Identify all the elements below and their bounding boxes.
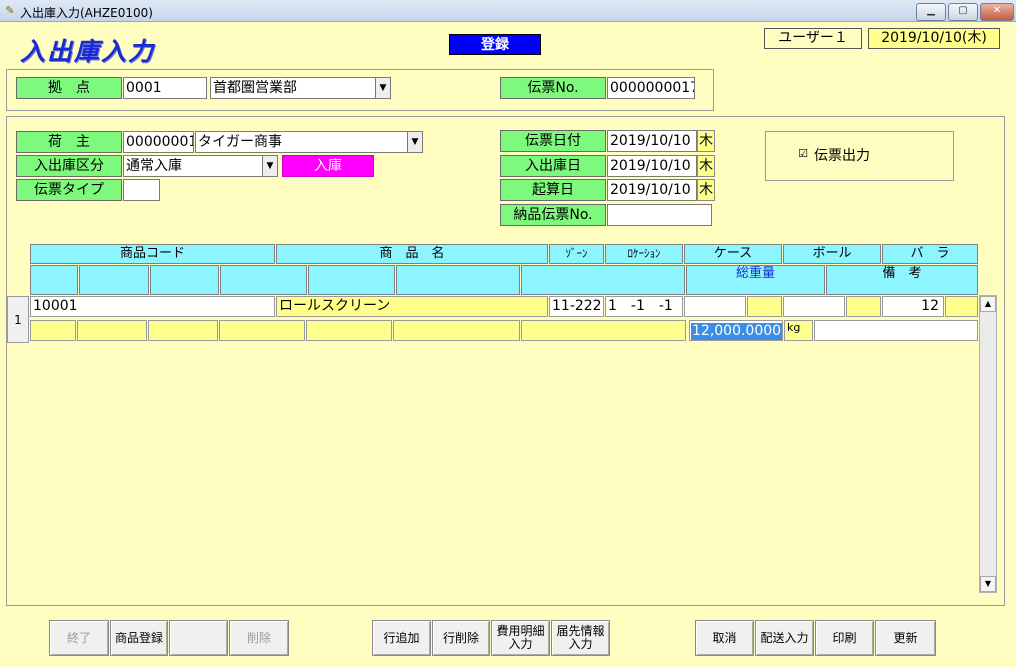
col-header-location: ﾛｹｰｼｮﾝ xyxy=(605,244,683,264)
col-header-remarks: 備 考 xyxy=(826,265,978,295)
close-button[interactable]: ✕ xyxy=(980,3,1014,21)
base-name-value: 首都圏営業部 xyxy=(213,80,297,96)
io-type-select[interactable]: 通常入庫 ▼ xyxy=(123,155,278,177)
io-date-input[interactable]: 2019/10/10 xyxy=(607,155,697,177)
shipper-name-select[interactable]: タイガー商事 ▼ xyxy=(195,131,423,153)
blank-button[interactable] xyxy=(169,620,228,656)
minimize-button[interactable]: ▁ xyxy=(916,3,946,21)
cell-bara-unit[interactable] xyxy=(945,296,978,317)
cell-ball-qty[interactable] xyxy=(783,296,845,317)
col-header-blank xyxy=(220,265,307,295)
shipper-label: 荷 主 xyxy=(16,131,122,153)
slip-date-dow: 木 xyxy=(697,130,715,152)
cancel-button[interactable]: 取消 xyxy=(695,620,754,656)
cell-item-name[interactable]: ロールスクリーン xyxy=(276,296,548,317)
slip-date-input[interactable]: 2019/10/10 xyxy=(607,130,697,152)
maximize-button[interactable]: ▢ xyxy=(948,3,978,21)
slip-type-input[interactable] xyxy=(123,179,160,201)
cell-row2[interactable] xyxy=(148,320,218,341)
cell-weight[interactable]: 12,000.0000 xyxy=(689,320,783,341)
col-header-blank xyxy=(150,265,219,295)
slip-type-label: 伝票タイプ xyxy=(16,179,122,201)
shipper-name-value: タイガー商事 xyxy=(198,134,282,150)
cell-remarks[interactable] xyxy=(814,320,978,341)
shipper-code-input[interactable]: 00000001 xyxy=(123,131,194,153)
cell-zone[interactable]: 11-222 xyxy=(549,296,604,317)
base-code-input[interactable]: 0001 xyxy=(123,77,207,99)
window-titlebar: ✎ 入出庫入力(AHZE0100) ▁ ▢ ✕ xyxy=(0,0,1016,22)
delivery-no-label: 納品伝票No. xyxy=(500,204,606,226)
cell-row2[interactable] xyxy=(219,320,305,341)
row-number[interactable]: 1 xyxy=(7,296,29,343)
slip-no-label: 伝票No. xyxy=(500,77,606,99)
col-header-zone: ｿﾞｰﾝ xyxy=(549,244,604,264)
col-header-name: 商 品 名 xyxy=(276,244,548,264)
cost-detail-button[interactable]: 費用明細 入力 xyxy=(491,620,550,656)
base-name-select[interactable]: 首都圏営業部 ▼ xyxy=(210,77,391,99)
scroll-down-icon[interactable]: ▼ xyxy=(980,576,996,592)
window-title: 入出庫入力(AHZE0100) xyxy=(20,6,153,20)
calc-date-label: 起算日 xyxy=(500,179,606,201)
col-header-ball: ボール xyxy=(783,244,881,264)
cell-row2[interactable] xyxy=(306,320,392,341)
col-header-blank xyxy=(396,265,520,295)
col-header-blank xyxy=(30,265,78,295)
cell-case-unit[interactable] xyxy=(747,296,782,317)
user-label: ユーザー１ xyxy=(764,28,862,49)
io-type-value: 通常入庫 xyxy=(126,158,182,174)
grid-scrollbar[interactable] xyxy=(979,295,997,593)
print-label: 伝票出力 xyxy=(814,148,870,164)
add-row-button[interactable]: 行追加 xyxy=(372,620,431,656)
col-header-blank xyxy=(308,265,395,295)
cell-row2[interactable] xyxy=(393,320,520,341)
print-checkbox[interactable]: ☑ xyxy=(797,148,809,160)
col-header-case: ケース xyxy=(684,244,782,264)
cell-row2[interactable] xyxy=(30,320,76,341)
chevron-down-icon[interactable]: ▼ xyxy=(375,78,390,98)
mode-badge: 登録 xyxy=(449,34,541,55)
cell-bara-qty[interactable]: 12 xyxy=(882,296,944,317)
cell-location[interactable]: 1 -1 -1 xyxy=(605,296,683,317)
app-icon: ✎ xyxy=(5,4,15,17)
cell-ball-unit[interactable] xyxy=(846,296,881,317)
delivery-no-input[interactable] xyxy=(607,204,712,226)
page-title: 入出庫入力 xyxy=(20,37,156,66)
calc-date-input[interactable]: 2019/10/10 xyxy=(607,179,697,201)
current-date: 2019/10/10(木) xyxy=(868,28,1000,49)
cell-row2[interactable] xyxy=(77,320,147,341)
io-type-label: 入出庫区分 xyxy=(16,155,122,177)
destination-info-button[interactable]: 届先情報 入力 xyxy=(551,620,610,656)
col-header-blank xyxy=(79,265,149,295)
col-header-weight: 総重量 xyxy=(686,265,825,295)
io-date-label: 入出庫日 xyxy=(500,155,606,177)
io-date-dow: 木 xyxy=(697,155,715,177)
chevron-down-icon[interactable]: ▼ xyxy=(407,132,422,152)
chevron-down-icon[interactable]: ▼ xyxy=(262,156,277,176)
col-header-bara: バ ラ xyxy=(882,244,978,264)
base-label: 拠 点 xyxy=(16,77,122,99)
delivery-input-button[interactable]: 配送入力 xyxy=(755,620,814,656)
slip-no-field[interactable]: 0000000017 xyxy=(607,77,695,99)
exit-button[interactable]: 終了 xyxy=(49,620,109,656)
print-button[interactable]: 印刷 xyxy=(815,620,874,656)
cell-row2[interactable] xyxy=(521,320,686,341)
cell-item-code[interactable]: 10001 xyxy=(30,296,275,317)
scroll-up-icon[interactable]: ▲ xyxy=(980,296,996,312)
cell-weight-value: 12,000.0000 xyxy=(691,323,782,340)
col-header-blank xyxy=(521,265,685,295)
cell-case-qty[interactable] xyxy=(684,296,746,317)
calc-date-dow: 木 xyxy=(697,179,715,201)
col-header-code: 商品コード xyxy=(30,244,275,264)
cell-weight-unit: kg xyxy=(784,320,813,341)
update-button[interactable]: 更新 xyxy=(875,620,936,656)
slip-date-label: 伝票日付 xyxy=(500,130,606,152)
delete-button[interactable]: 削除 xyxy=(229,620,289,656)
io-badge: 入庫 xyxy=(282,155,374,177)
item-register-button[interactable]: 商品登録 xyxy=(110,620,168,656)
delete-row-button[interactable]: 行削除 xyxy=(432,620,490,656)
